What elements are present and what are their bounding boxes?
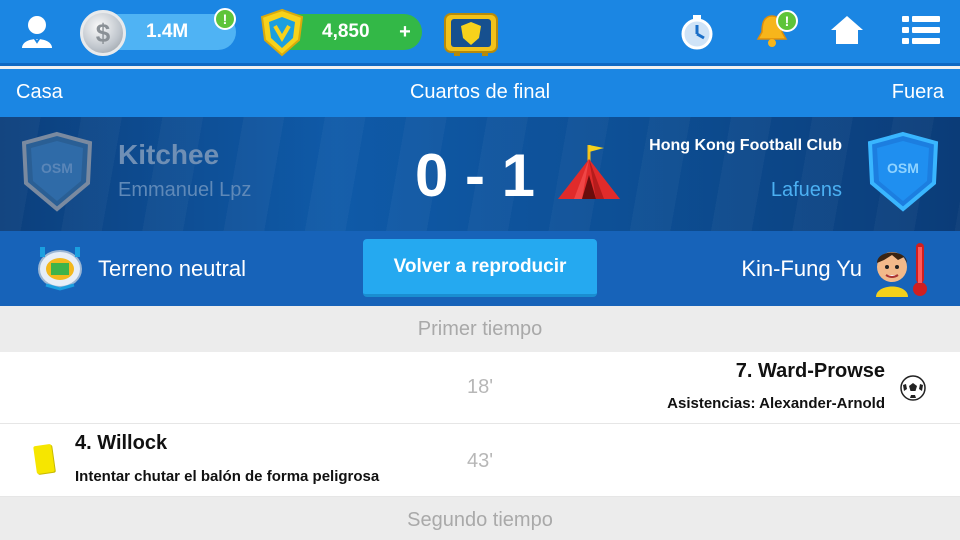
round-title: Cuartos de final [409, 81, 551, 103]
away-label: Fuera [891, 81, 944, 103]
scoreboard: OSM Kitchee Emmanuel Lpz 0 - 1 Hong Kong… [0, 117, 960, 231]
replay-button[interactable]: Volver a reproducir [363, 239, 597, 297]
venue-label: Terreno neutral [98, 256, 246, 281]
match-nav-bar: Cuartos de final Casa Fuera [0, 69, 960, 117]
event-player: 7. Ward-Prowse [735, 360, 885, 382]
match-event-row[interactable]: 18' 7. Ward-Prowse Asistencias: Alexande… [0, 352, 960, 424]
referee-name: Kin-Fung Yu [741, 256, 862, 281]
referee-avatar [868, 239, 932, 299]
coins-amount: 1.4M [146, 21, 189, 42]
coin-icon: $ [80, 10, 126, 56]
home-label: Casa [16, 81, 63, 103]
event-detail: Asistencias: Alexander-Arnold [667, 395, 885, 412]
tent-icon [556, 141, 626, 203]
coin-symbol: $ [95, 17, 111, 48]
away-team-name: Hong Kong Football Club [649, 137, 842, 154]
add-gems-button[interactable]: + [394, 21, 416, 43]
gems-amount: 4,850 [322, 21, 370, 42]
shield-gem-icon [258, 8, 306, 58]
first-half-header: Primer tiempo [0, 306, 960, 352]
stadium-icon [36, 245, 84, 291]
notification-badge: ! [776, 10, 798, 32]
away-manager-name: Lafuens [770, 179, 842, 201]
tv-icon[interactable] [442, 10, 500, 58]
timer-icon[interactable] [680, 14, 714, 50]
match-info-bar: Terreno neutral Volver a reproducir Kin-… [0, 231, 960, 306]
second-half-header: Segundo tiempo [0, 497, 960, 540]
notification-alert-glyph: ! [784, 13, 790, 29]
home-icon[interactable] [830, 14, 864, 46]
away-crest-icon: OSM [864, 131, 942, 213]
event-minute: 43' [466, 450, 494, 472]
away-crest-text: OSM [887, 160, 919, 176]
coins-alert-glyph: ! [222, 11, 228, 27]
top-bar: 1.4M $ ! 4,850 + ! [0, 0, 960, 66]
coins-alert-badge: ! [214, 8, 236, 30]
user-icon[interactable] [18, 12, 56, 52]
soccer-ball-icon [900, 375, 926, 401]
match-event-row[interactable]: 4. Willock Intentar chutar el balón de f… [0, 424, 960, 497]
menu-icon[interactable] [902, 14, 940, 46]
